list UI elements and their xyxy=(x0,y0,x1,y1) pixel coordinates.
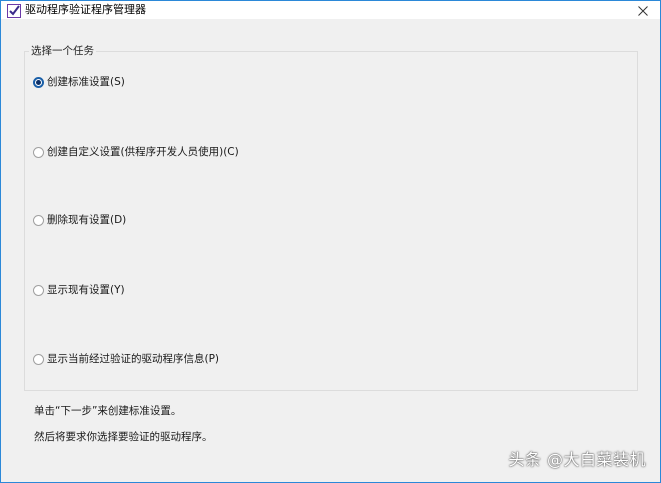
checklist-icon xyxy=(7,3,21,18)
option-label: 创建标准设置(S) xyxy=(47,76,125,88)
radio-button-selected[interactable] xyxy=(33,76,44,88)
watermark-text: 头条 @大白菜装机 xyxy=(508,450,646,469)
close-icon xyxy=(638,1,648,20)
driver-verifier-window: 驱动程序验证程序管理器 选择一个任务 创建标准设置(S) 创建自定义设置(供程序… xyxy=(0,0,661,483)
radio-button[interactable] xyxy=(33,284,44,296)
task-group-legend: 选择一个任务 xyxy=(29,44,96,58)
option-create-custom[interactable]: 创建自定义设置(供程序开发人员使用)(C) xyxy=(33,144,239,160)
radio-button[interactable] xyxy=(33,353,44,365)
option-label: 删除现有设置(D) xyxy=(47,214,127,226)
window-title: 驱动程序验证程序管理器 xyxy=(25,3,146,16)
option-label: 显示现有设置(Y) xyxy=(47,284,125,296)
option-create-standard[interactable]: 创建标准设置(S) xyxy=(33,74,125,90)
close-button[interactable] xyxy=(626,1,660,19)
option-delete-existing[interactable]: 删除现有设置(D) xyxy=(33,212,126,228)
task-groupbox: 选择一个任务 创建标准设置(S) 创建自定义设置(供程序开发人员使用)(C) 删… xyxy=(24,44,638,391)
option-display-existing[interactable]: 显示现有设置(Y) xyxy=(33,282,125,298)
option-label: 显示当前经过验证的驱动程序信息(P) xyxy=(47,353,220,365)
radio-button[interactable] xyxy=(33,214,44,226)
title-bar[interactable]: 驱动程序验证程序管理器 xyxy=(1,1,660,19)
option-label: 创建自定义设置(供程序开发人员使用)(C) xyxy=(47,146,239,158)
radio-button[interactable] xyxy=(33,146,44,158)
info-text-line-2: 然后将要求你选择要验证的驱动程序。 xyxy=(34,431,213,443)
option-display-verified-info[interactable]: 显示当前经过验证的驱动程序信息(P) xyxy=(33,351,219,367)
info-text-line-1: 单击“下一步”来创建标准设置。 xyxy=(34,405,182,417)
